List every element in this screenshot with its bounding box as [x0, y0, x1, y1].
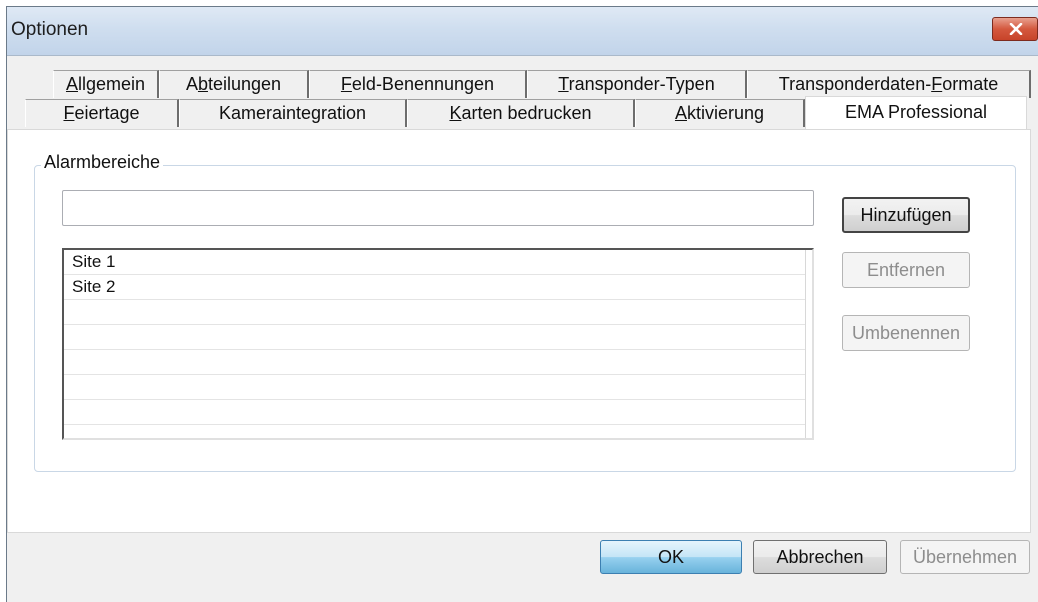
- list-grid: Site 1 Site 2: [64, 250, 806, 438]
- remove-button[interactable]: Entfernen: [842, 252, 970, 288]
- tab-row-1: Allgemein Abteilungen Feld-Benennungen T…: [7, 70, 1031, 98]
- tab-row-2: Feiertage Kameraintegration Karten bedru…: [7, 96, 1031, 129]
- area-name-input[interactable]: [62, 190, 814, 226]
- window-title: Optionen: [11, 19, 89, 40]
- list-empty-row: [64, 325, 805, 350]
- tab-aktivierung[interactable]: Aktivierung: [635, 99, 805, 127]
- rename-button[interactable]: Umbenennen: [842, 315, 970, 351]
- tab-kameraintegration[interactable]: Kameraintegration: [179, 99, 407, 127]
- list-item[interactable]: Site 1: [64, 250, 805, 275]
- list-empty-row: [64, 400, 805, 425]
- ok-button[interactable]: OK: [600, 540, 742, 574]
- tab-karten-bedrucken[interactable]: Karten bedrucken: [407, 99, 635, 127]
- list-empty-row: [64, 350, 805, 375]
- list-empty-row: [64, 300, 805, 325]
- dialog-client: Allgemein Abteilungen Feld-Benennungen T…: [7, 56, 1038, 602]
- tab-feiertage[interactable]: Feiertage: [25, 99, 179, 127]
- tab-allgemein[interactable]: Allgemein: [53, 70, 159, 98]
- list-item[interactable]: Site 2: [64, 275, 805, 300]
- options-dialog: Optionen Allgemein Abteilungen Feld-Bene…: [6, 6, 1038, 602]
- tab-abteilungen[interactable]: Abteilungen: [159, 70, 309, 98]
- apply-button[interactable]: Übernehmen: [900, 540, 1030, 574]
- groupbox-label: Alarmbereiche: [41, 152, 164, 173]
- cancel-button[interactable]: Abbrechen: [753, 540, 887, 574]
- add-button[interactable]: Hinzufügen: [842, 197, 970, 233]
- tab-transponder-typen[interactable]: Transponder-Typen: [527, 70, 747, 98]
- tab-feld-benennungen[interactable]: Feld-Benennungen: [309, 70, 527, 98]
- tab-transponderdaten-formate[interactable]: Transponderdaten-Formate: [747, 70, 1031, 98]
- close-icon: [1009, 23, 1023, 35]
- title-bar: Optionen: [7, 7, 1038, 56]
- tab-ema-professional[interactable]: EMA Professional: [805, 96, 1027, 129]
- tab-panel-ema-professional: Alarmbereiche Site 1 Site 2 Hinzufügen E…: [7, 129, 1031, 533]
- list-empty-row: [64, 375, 805, 400]
- alarm-areas-list[interactable]: Site 1 Site 2: [62, 248, 814, 440]
- close-button[interactable]: [992, 17, 1038, 41]
